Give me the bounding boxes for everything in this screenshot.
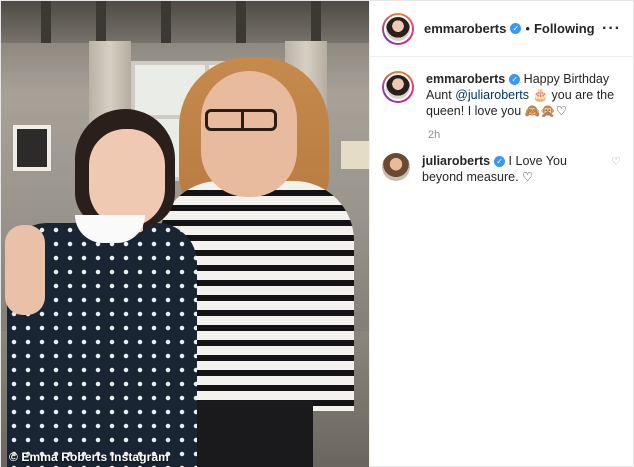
caption-text: emmaroberts ✓ Happy Birthday Aunt @juliar… (426, 72, 615, 118)
person-right-face (201, 71, 297, 197)
comments-section: emmaroberts ✓ Happy Birthday Aunt @juliar… (370, 57, 633, 185)
verified-badge-icon: ✓ (510, 23, 522, 34)
avatar[interactable] (382, 12, 414, 45)
lamp-shade (341, 141, 369, 169)
separator-dot: • (525, 21, 530, 36)
caption-avatar[interactable] (382, 71, 414, 103)
verified-badge-icon: ✓ (494, 156, 506, 168)
post-photo[interactable]: © Emma Roberts Instagram (1, 1, 369, 467)
mention-link[interactable]: @juliaroberts (455, 88, 529, 102)
more-options-icon[interactable]: ··· (602, 20, 621, 38)
post-timestamp[interactable]: 2h (428, 129, 621, 141)
comment-username[interactable]: juliaroberts (422, 154, 490, 168)
glasses (205, 109, 277, 131)
comment-text: juliaroberts ✓ I Love You beyond measure.… (422, 154, 567, 184)
post-header: emmaroberts ✓ • Following ··· (370, 1, 633, 57)
photo-credit: © Emma Roberts Instagram (9, 450, 169, 464)
avatar-image (384, 14, 412, 43)
header-username[interactable]: emmaroberts (424, 21, 506, 36)
following-button[interactable]: Following (534, 21, 595, 36)
commenter-avatar[interactable] (382, 153, 410, 181)
caption-username[interactable]: emmaroberts (426, 72, 505, 86)
post-side-panel: emmaroberts ✓ • Following ··· emmarobert… (369, 1, 633, 467)
like-heart-icon[interactable]: ♡ (611, 153, 621, 168)
person-left-face (89, 129, 165, 227)
caption: emmaroberts ✓ Happy Birthday Aunt @juliar… (382, 71, 621, 119)
photo-ceiling (1, 1, 369, 43)
wall-picture-frame (13, 125, 51, 171)
instagram-post: © Emma Roberts Instagram emmaroberts ✓ •… (0, 0, 634, 467)
verified-badge-icon: ✓ (509, 74, 521, 86)
comment-row: juliaroberts ✓ I Love You beyond measure.… (382, 153, 621, 185)
